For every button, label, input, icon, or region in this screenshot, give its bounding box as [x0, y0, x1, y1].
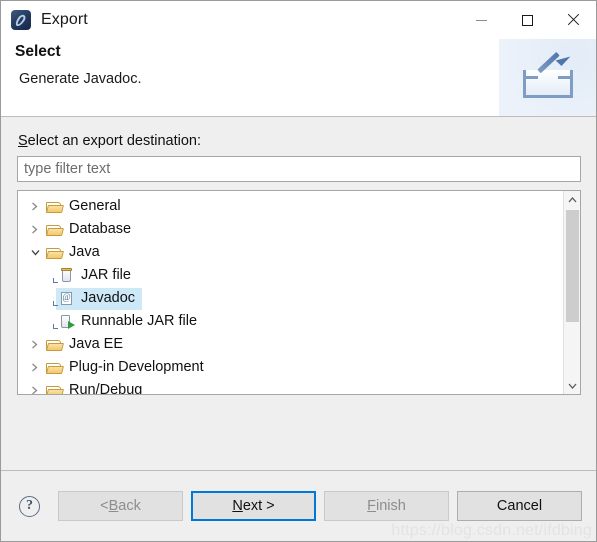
tree-item-plug-in-development[interactable]: Plug-in Development	[18, 356, 563, 379]
folder-icon	[46, 338, 63, 352]
eclipse-icon	[11, 10, 31, 30]
folder-icon	[46, 361, 63, 375]
back-button-prefix: <	[100, 498, 109, 514]
tree-item-label: Javadoc	[81, 290, 136, 307]
export-arrow-shaft	[537, 51, 560, 74]
tree-leaf-hook	[53, 323, 58, 329]
tree-item-database[interactable]: Database	[18, 218, 563, 241]
minimize-icon	[475, 19, 487, 21]
tree-item-label: Plug-in Development	[69, 359, 204, 376]
folder-icon	[46, 384, 63, 394]
tree-item-jar-file[interactable]: JAR file	[18, 264, 563, 287]
chevron-right-icon[interactable]	[26, 386, 44, 394]
folder-icon	[46, 246, 63, 260]
next-button-mnemonic: N	[232, 498, 243, 514]
tree-scrollbar[interactable]	[563, 191, 580, 394]
tree-item-runnable-jar-file[interactable]: Runnable JAR file	[18, 310, 563, 333]
tree-item-content: Plug-in Development	[44, 357, 211, 378]
tree-item-content: Run/Debug	[44, 380, 149, 394]
maximize-icon	[521, 14, 533, 26]
export-arrow-icon	[519, 51, 577, 103]
watermark: https://blog.csdn.net/ifdbing	[391, 522, 592, 539]
tree-item-content: JAR file	[53, 265, 138, 287]
dialog-header: Select Generate Javadoc.	[1, 39, 596, 117]
back-button-label: ack	[118, 498, 141, 514]
tree-item-content: Javadoc	[53, 287, 143, 310]
tree-item-content: Runnable JAR file	[53, 311, 204, 333]
page-title: Select	[15, 43, 61, 60]
chevron-right-icon[interactable]	[26, 363, 44, 372]
runnable-jar-icon	[53, 314, 75, 330]
header-banner	[499, 39, 596, 116]
window-controls	[458, 1, 596, 39]
back-button[interactable]: < Back	[58, 491, 183, 521]
tree-items: General Database Java JAR file @ Javadoc…	[18, 191, 563, 394]
tree-item-content: Database	[44, 219, 138, 240]
scrollbar-track[interactable]	[565, 208, 579, 377]
tree-item-general[interactable]: General	[18, 195, 563, 218]
cancel-button[interactable]: Cancel	[457, 491, 582, 521]
minimize-button[interactable]	[458, 1, 504, 39]
chevron-right-icon[interactable]	[26, 202, 44, 211]
tree-item-content: General	[44, 196, 128, 217]
page-description: Generate Javadoc.	[19, 71, 142, 87]
tree-item-label: Database	[69, 221, 132, 238]
finish-button-mnemonic: F	[367, 498, 377, 514]
export-dialog: Export Select Generate Javadoc. Select a…	[0, 0, 597, 542]
export-destination-tree: General Database Java JAR file @ Javadoc…	[17, 190, 581, 395]
back-button-mnemonic: B	[108, 498, 119, 514]
cancel-button-label: Cancel	[496, 498, 543, 514]
finish-button[interactable]: Finish	[324, 491, 449, 521]
folder-icon	[46, 223, 63, 237]
tree-item-java[interactable]: Java	[18, 241, 563, 264]
javadoc-icon	[53, 291, 75, 307]
export-destination-label: Select an export destination:	[18, 133, 580, 149]
folder-icon	[46, 200, 63, 214]
chevron-right-icon[interactable]	[26, 225, 44, 234]
wizard-buttons: < Back Next > Finish Cancel	[58, 491, 582, 521]
next-button-label: ext >	[242, 498, 275, 514]
tree-item-content: Java EE	[44, 334, 130, 355]
filter-input[interactable]	[17, 156, 581, 182]
tree-item-label: Java EE	[69, 336, 123, 353]
scroll-down-icon[interactable]	[564, 377, 581, 394]
tree-item-label: Java	[69, 244, 100, 261]
chevron-down-icon[interactable]	[26, 249, 44, 257]
tree-item-label: General	[69, 198, 121, 215]
dialog-body: Select an export destination: General	[1, 117, 596, 470]
label-mnemonic: S	[18, 133, 28, 149]
tree-item-label: Runnable JAR file	[81, 313, 198, 330]
tree-item-run-debug[interactable]: Run/Debug	[18, 379, 563, 394]
close-icon	[566, 13, 580, 27]
export-arrow-shape	[537, 51, 571, 82]
jar-file-icon	[53, 267, 75, 284]
scroll-up-icon[interactable]	[564, 191, 581, 208]
maximize-button[interactable]	[504, 1, 550, 39]
scrollbar-thumb[interactable]	[565, 210, 579, 322]
next-button[interactable]: Next >	[191, 491, 316, 521]
window-title: Export	[41, 11, 88, 28]
tree-leaf-hook	[53, 300, 58, 306]
tree-item-java-ee[interactable]: Java EE	[18, 333, 563, 356]
label-rest: elect an export destination:	[27, 133, 201, 149]
chevron-right-icon[interactable]	[26, 340, 44, 349]
tree-item-content: Java	[44, 242, 107, 263]
tree-item-label: Run/Debug	[69, 382, 143, 394]
close-button[interactable]	[550, 1, 596, 39]
tree-item-label: JAR file	[81, 267, 131, 284]
tree-leaf-hook	[53, 277, 58, 283]
tree-item-javadoc[interactable]: Javadoc	[18, 287, 563, 310]
dialog-button-bar: ? < Back Next > Finish Cancel https://bl…	[1, 470, 596, 541]
title-bar: Export	[1, 1, 596, 39]
help-icon[interactable]: ?	[19, 495, 40, 517]
finish-button-label: inish	[376, 498, 406, 514]
